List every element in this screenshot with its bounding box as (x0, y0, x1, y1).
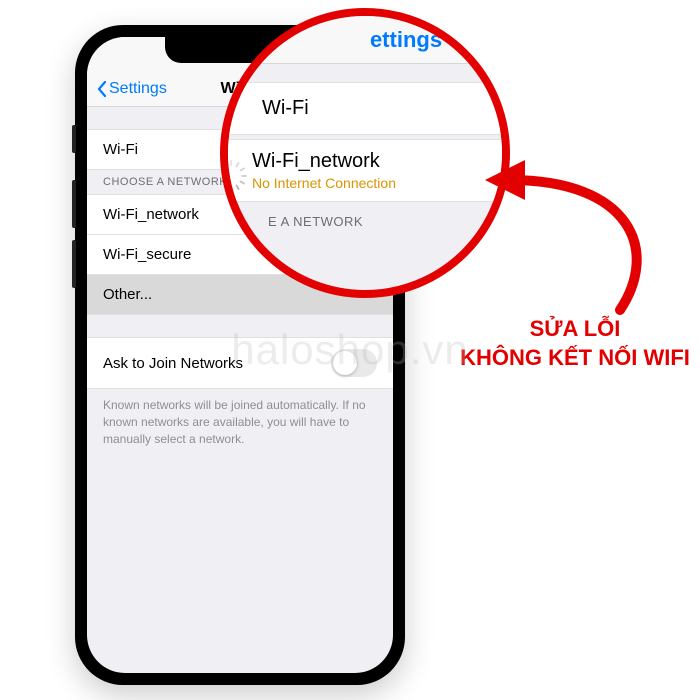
magnifier-lens: ettings Wi-Fi Wi-Fi_network (220, 8, 510, 298)
network-name: Wi-Fi_network (103, 206, 199, 223)
ask-toggle[interactable] (331, 349, 377, 377)
lens-network-name: Wi-Fi_network (252, 150, 380, 173)
lens-no-internet-status: No Internet Connection (252, 175, 396, 191)
ask-label: Ask to Join Networks (103, 355, 243, 372)
caption-line2: KHÔNG KẾT NỐI WIFI (450, 344, 700, 373)
caption-text: SỬA LỖI KHÔNG KẾT NỐI WIFI (450, 315, 700, 372)
lens-navbar: ettings (220, 8, 510, 64)
network-name: Wi-Fi_secure (103, 246, 191, 263)
callout-arrow (480, 130, 680, 310)
chevron-left-icon (97, 81, 107, 97)
side-button (72, 125, 76, 153)
lens-wifi-row[interactable]: Wi-Fi (220, 82, 510, 135)
lens-wifi-label: Wi-Fi (262, 97, 309, 120)
ask-to-join-row[interactable]: Ask to Join Networks (87, 337, 393, 389)
lens-section-header: E A NETWORK (220, 202, 510, 233)
back-button[interactable]: Settings (97, 80, 167, 98)
lens-connected-network-row[interactable]: Wi-Fi_network No Internet Connection (220, 139, 510, 202)
volume-up-button (72, 180, 76, 228)
wifi-toggle-label: Wi-Fi (103, 141, 138, 158)
loading-spinner-icon (220, 160, 242, 182)
back-label: Settings (109, 80, 167, 98)
footer-help-text: Known networks will be joined automatica… (87, 389, 393, 455)
volume-down-button (72, 240, 76, 288)
other-label: Other... (103, 286, 152, 303)
caption-line1: SỬA LỖI (450, 315, 700, 344)
lens-title: ettings (370, 27, 442, 53)
